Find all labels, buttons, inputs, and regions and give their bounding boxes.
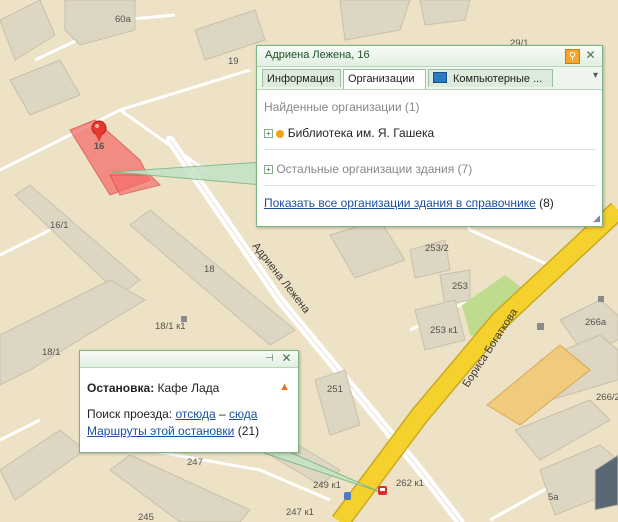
dash: – (218, 407, 226, 421)
label-247-k1: 247 к1 (286, 507, 314, 518)
routes-row: Маршруты этой остановки (21) (87, 424, 259, 438)
warning-icon: ▲ (279, 381, 290, 393)
label-247: 247 (187, 457, 203, 468)
label-253: 253 (452, 281, 468, 292)
bus-stop-icon-secondary (344, 492, 351, 500)
building-card-tabs: Информация Организации Компьютерные ... … (257, 67, 602, 90)
close-icon-stop[interactable]: ✕ (280, 351, 293, 365)
other-orgs-label: Остальные организации здания (7) (276, 162, 473, 176)
from-here-link[interactable]: отсюда (175, 407, 215, 421)
tab-organizations[interactable]: Организации (343, 69, 426, 89)
show-all-link[interactable]: Показать все организации здания в справо… (264, 196, 536, 210)
tab-computer[interactable]: Компьютерные ... (428, 69, 553, 87)
label-253-k1: 253 к1 (430, 325, 458, 336)
label-19: 19 (228, 56, 239, 67)
stop-card-header: ⊣ ✕ (80, 351, 298, 368)
bus-stop-icon[interactable] (378, 486, 387, 495)
pin-label: 16 (94, 141, 105, 152)
routes-count: (21) (237, 424, 260, 438)
route-prefix: Поиск проезда: (87, 407, 173, 421)
found-orgs-header: Найденные организации (1) (264, 100, 420, 114)
label-245: 245 (138, 512, 154, 522)
building-card: Адриена Лежена, 16 ⚲ ✕ Информация Органи… (256, 45, 603, 227)
close-icon[interactable]: ✕ (584, 48, 597, 62)
org-pin-icon (276, 130, 285, 138)
show-all-row: Показать все организации здания в справо… (264, 196, 554, 210)
divider (263, 149, 596, 150)
expand-other-icon[interactable]: + (264, 165, 273, 174)
building-card-title: Адриена Лежена, 16 (265, 49, 370, 61)
routes-link[interactable]: Маршруты этой остановки (87, 424, 234, 438)
computer-icon (433, 72, 447, 83)
label-249-k1: 249 к1 (313, 480, 341, 491)
pin-icon-stop[interactable]: ⊣ (263, 352, 276, 365)
to-here-link[interactable]: сюда (229, 407, 257, 421)
tab-computer-label: Компьютерные ... (453, 73, 543, 85)
divider-2 (263, 185, 596, 186)
other-orgs-row[interactable]: + Остальные организации здания (7) (264, 162, 472, 176)
label-60a: 60а (115, 14, 132, 25)
pin-icon[interactable]: ⚲ (565, 49, 580, 64)
stop-title-row: Остановка: Кафе Лада (87, 381, 219, 395)
building-card-header: Адриена Лежена, 16 ⚲ ✕ (257, 46, 602, 67)
org-row: + Библиотека им. Я. Гашека (264, 126, 434, 140)
resize-grip-icon[interactable]: ◢ (593, 213, 600, 224)
label-16-1: 16/1 (50, 220, 69, 231)
label-18: 18 (204, 264, 215, 275)
tab-organizations-label: Организации (348, 73, 415, 85)
label-253-2: 253/2 (425, 243, 449, 254)
show-all-count: (8) (539, 196, 554, 210)
stop-label: Остановка: (87, 381, 155, 395)
org-name[interactable]: Библиотека им. Я. Гашека (288, 126, 435, 140)
label-18-1-k1: 18/1 к1 (155, 321, 186, 332)
label-5a: 5а (548, 492, 559, 503)
label-266a: 266а (585, 317, 607, 328)
label-266-2: 266/2 (596, 392, 618, 403)
tab-information[interactable]: Информация (262, 69, 341, 87)
expand-org-icon[interactable]: + (264, 129, 273, 138)
route-search-row: Поиск проезда: отсюда – сюда (87, 407, 257, 421)
stop-card: ⊣ ✕ Остановка: Кафе Лада ▲ Поиск проезда… (79, 350, 299, 453)
tab-information-label: Информация (267, 73, 335, 85)
label-18-1: 18/1 (42, 347, 61, 358)
stop-name: Кафе Лада (157, 381, 220, 395)
tabs-menu-icon[interactable]: ▾ (593, 70, 598, 81)
label-262-k1: 262 к1 (396, 478, 424, 489)
label-251: 251 (327, 384, 343, 395)
